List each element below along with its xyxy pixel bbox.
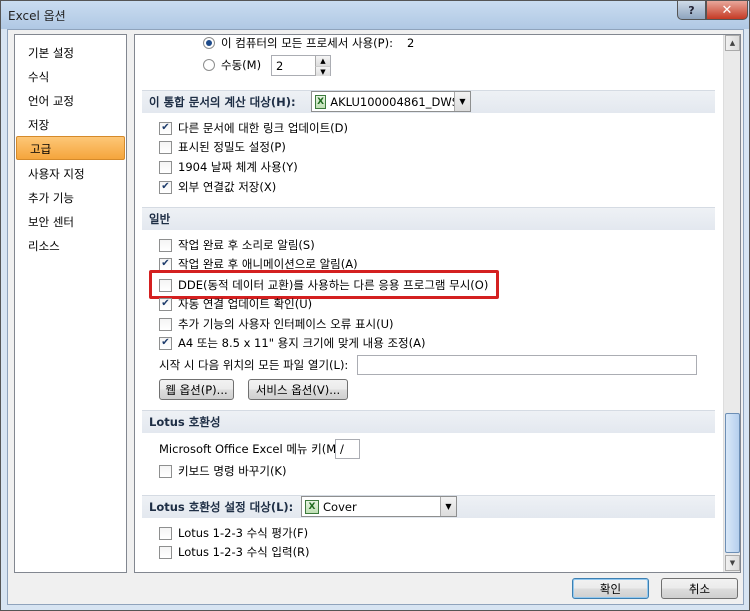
spin-up-icon[interactable]: ▲	[315, 56, 330, 66]
option-sound-feedback[interactable]: 작업 완료 후 소리로 알림(S)	[159, 236, 315, 254]
checkbox[interactable]: ✔	[159, 180, 172, 194]
options-panel: 이 컴퓨터의 모든 프로세서 사용(P): 2 수동(M) 2 ▲ ▼ 이 통합…	[134, 34, 741, 573]
ok-button[interactable]: 확인	[572, 578, 649, 599]
dialog-body: 기본 설정 수식 언어 교정 저장 고급 사용자 지정 추가 기능 보안 센터 …	[7, 29, 744, 605]
menu-key-label: Microsoft Office Excel 메뉴 키(M):	[159, 442, 345, 456]
options-content: 이 컴퓨터의 모든 프로세서 사용(P): 2 수동(M) 2 ▲ ▼ 이 통합…	[135, 35, 723, 572]
option-lotus-formula-entry[interactable]: Lotus 1-2-3 수식 입력(R)	[159, 543, 310, 561]
radio-button[interactable]	[203, 37, 215, 49]
cancel-button[interactable]: 취소	[661, 578, 738, 599]
title-bar: Excel 옵션 ? ✕	[1, 1, 749, 29]
option-1904-dates[interactable]: 1904 날짜 체계 사용(Y)	[159, 158, 298, 176]
radio-all-processors[interactable]: 이 컴퓨터의 모든 프로세서 사용(P): 2	[203, 35, 415, 52]
web-options-button[interactable]: 웹 옵션(P)...	[159, 379, 234, 400]
excel-options-window: Excel 옵션 ? ✕ 기본 설정 수식 언어 교정 저장 고급 사용자 지정…	[0, 0, 750, 611]
scroll-thumb[interactable]	[725, 413, 740, 553]
lotus-section-header: Lotus 호환성	[142, 410, 715, 433]
checkbox[interactable]	[159, 526, 172, 540]
nav-item-advanced[interactable]: 고급	[16, 136, 125, 160]
option-precision[interactable]: 표시된 정밀도 설정(P)	[159, 138, 286, 156]
dropdown-arrow-icon: ▼	[440, 497, 456, 516]
checkbox[interactable]: ✔	[159, 297, 172, 311]
checkbox[interactable]	[159, 464, 172, 478]
help-button[interactable]: ?	[677, 1, 706, 20]
close-button[interactable]: ✕	[706, 1, 748, 20]
nav-item-addins[interactable]: 추가 기능	[15, 186, 126, 210]
startup-folder-label: 시작 시 다음 위치의 모든 파일 열기(L):	[159, 358, 349, 372]
nav-item-formulas[interactable]: 수식	[15, 65, 126, 89]
option-navigation-keys[interactable]: 키보드 명령 바꾸기(K)	[159, 462, 286, 480]
option-lotus-formula-eval[interactable]: Lotus 1-2-3 수식 평가(F)	[159, 524, 308, 542]
help-icon: ?	[688, 3, 695, 17]
option-auto-link-update[interactable]: ✔ 자동 연결 업데이트 확인(U)	[159, 295, 312, 313]
checkbox[interactable]	[159, 545, 172, 559]
vertical-scrollbar[interactable]: ▲ ▼	[723, 35, 740, 572]
processor-count: 2	[406, 36, 415, 50]
nav-item-general[interactable]: 기본 설정	[15, 41, 126, 65]
scroll-up-icon[interactable]: ▲	[725, 35, 740, 51]
checkbox[interactable]	[159, 317, 172, 331]
close-icon: ✕	[721, 2, 733, 18]
category-nav: 기본 설정 수식 언어 교정 저장 고급 사용자 지정 추가 기능 보안 센터 …	[14, 34, 127, 573]
calc-workbook-dropdown[interactable]: X AKLU100004861_DWS... ▼	[311, 91, 471, 112]
option-save-external[interactable]: ✔ 외부 연결값 저장(X)	[159, 178, 276, 196]
checkbox[interactable]	[159, 160, 172, 174]
radio-dot-icon	[206, 40, 212, 46]
excel-sheet-icon: X	[305, 499, 319, 514]
option-scale-paper[interactable]: ✔ A4 또는 8.5 x 11" 용지 크기에 맞게 내용 조정(A)	[159, 334, 425, 352]
radio-manual[interactable]: 수동(M)	[203, 56, 261, 74]
checkbox[interactable]: ✔	[159, 257, 172, 271]
nav-item-trust-center[interactable]: 보안 센터	[15, 210, 126, 234]
option-update-links[interactable]: ✔ 다른 문서에 대한 링크 업데이트(D)	[159, 119, 348, 137]
general-section-header: 일반	[142, 207, 715, 230]
checkbox[interactable]	[159, 140, 172, 154]
lotus-sheet-dropdown[interactable]: X Cover ▼	[301, 496, 457, 517]
scroll-down-icon[interactable]: ▼	[725, 555, 740, 571]
spin-down-icon[interactable]: ▼	[315, 66, 330, 76]
checkbox[interactable]: ✔	[159, 336, 172, 350]
nav-item-customize[interactable]: 사용자 지정	[15, 162, 126, 186]
checkbox[interactable]	[159, 238, 172, 252]
dropdown-arrow-icon: ▼	[454, 92, 470, 111]
menu-key-input[interactable]: /	[335, 439, 360, 459]
option-addin-ui-errors[interactable]: 추가 기능의 사용자 인터페이스 오류 표시(U)	[159, 315, 394, 333]
manual-threads-spinner[interactable]: 2 ▲ ▼	[271, 55, 331, 76]
window-title: Excel 옵션	[8, 9, 66, 23]
nav-item-proofing[interactable]: 언어 교정	[15, 89, 126, 113]
service-options-button[interactable]: 서비스 옵션(V)...	[248, 379, 348, 400]
excel-workbook-icon: X	[315, 94, 327, 109]
startup-folder-input[interactable]	[357, 355, 697, 375]
radio-button[interactable]	[203, 59, 215, 71]
nav-item-resources[interactable]: 리소스	[15, 234, 126, 258]
nav-item-save[interactable]: 저장	[15, 113, 126, 137]
checkbox[interactable]: ✔	[159, 121, 172, 135]
